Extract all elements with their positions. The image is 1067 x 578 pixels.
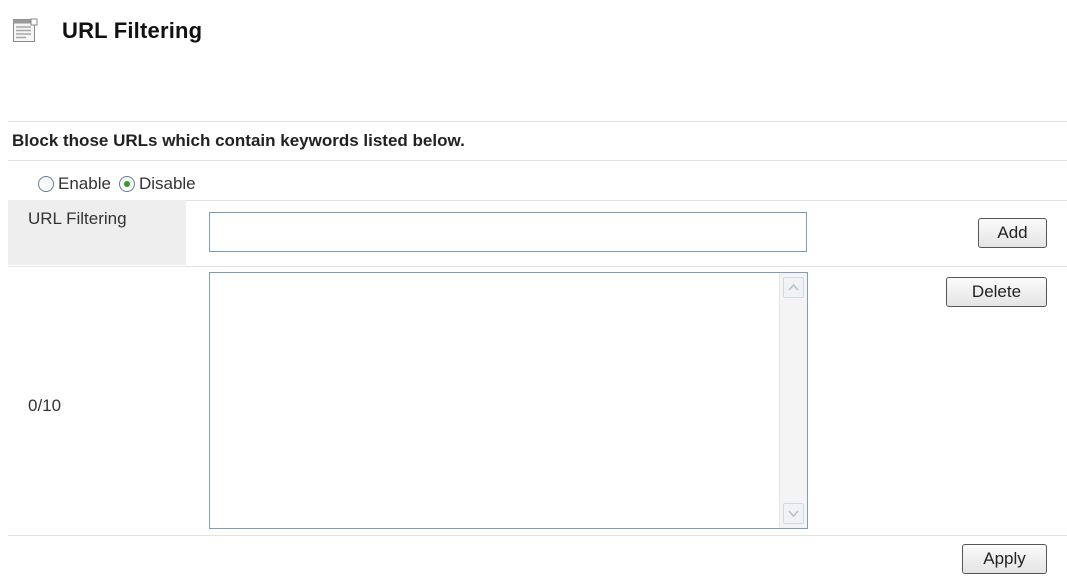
- url-filter-row: URL Filtering: [8, 200, 1067, 265]
- add-button[interactable]: Add: [978, 218, 1047, 248]
- divider: [8, 266, 1067, 267]
- enable-radio[interactable]: [38, 176, 54, 192]
- enable-radio-option[interactable]: Enable: [38, 174, 111, 194]
- divider: [8, 160, 1067, 161]
- disable-radio[interactable]: [118, 176, 135, 192]
- divider: [8, 121, 1067, 122]
- page-header: URL Filtering: [12, 14, 202, 48]
- page-title: URL Filtering: [62, 18, 203, 43]
- scroll-down-icon[interactable]: [783, 503, 804, 524]
- divider: [8, 535, 1067, 536]
- enable-radio-label: Enable: [58, 174, 111, 193]
- scroll-up-icon[interactable]: [783, 277, 804, 298]
- disable-radio-label: Disable: [138, 174, 196, 193]
- filter-mode-radio-group: Enable Disable: [38, 172, 204, 196]
- url-filter-label: URL Filtering: [28, 209, 127, 228]
- url-filter-input[interactable]: [209, 212, 807, 252]
- url-filter-label-cell: URL Filtering: [8, 200, 186, 265]
- section-description: Block those URLs which contain keywords …: [12, 131, 465, 150]
- document-icon: [12, 18, 38, 44]
- delete-button[interactable]: Delete: [946, 277, 1047, 307]
- keyword-list-box[interactable]: [209, 272, 808, 529]
- disable-radio-option[interactable]: Disable: [118, 174, 196, 194]
- list-scrollbar[interactable]: [779, 273, 807, 528]
- apply-button[interactable]: Apply: [962, 544, 1047, 574]
- keyword-count: 0/10: [28, 396, 62, 415]
